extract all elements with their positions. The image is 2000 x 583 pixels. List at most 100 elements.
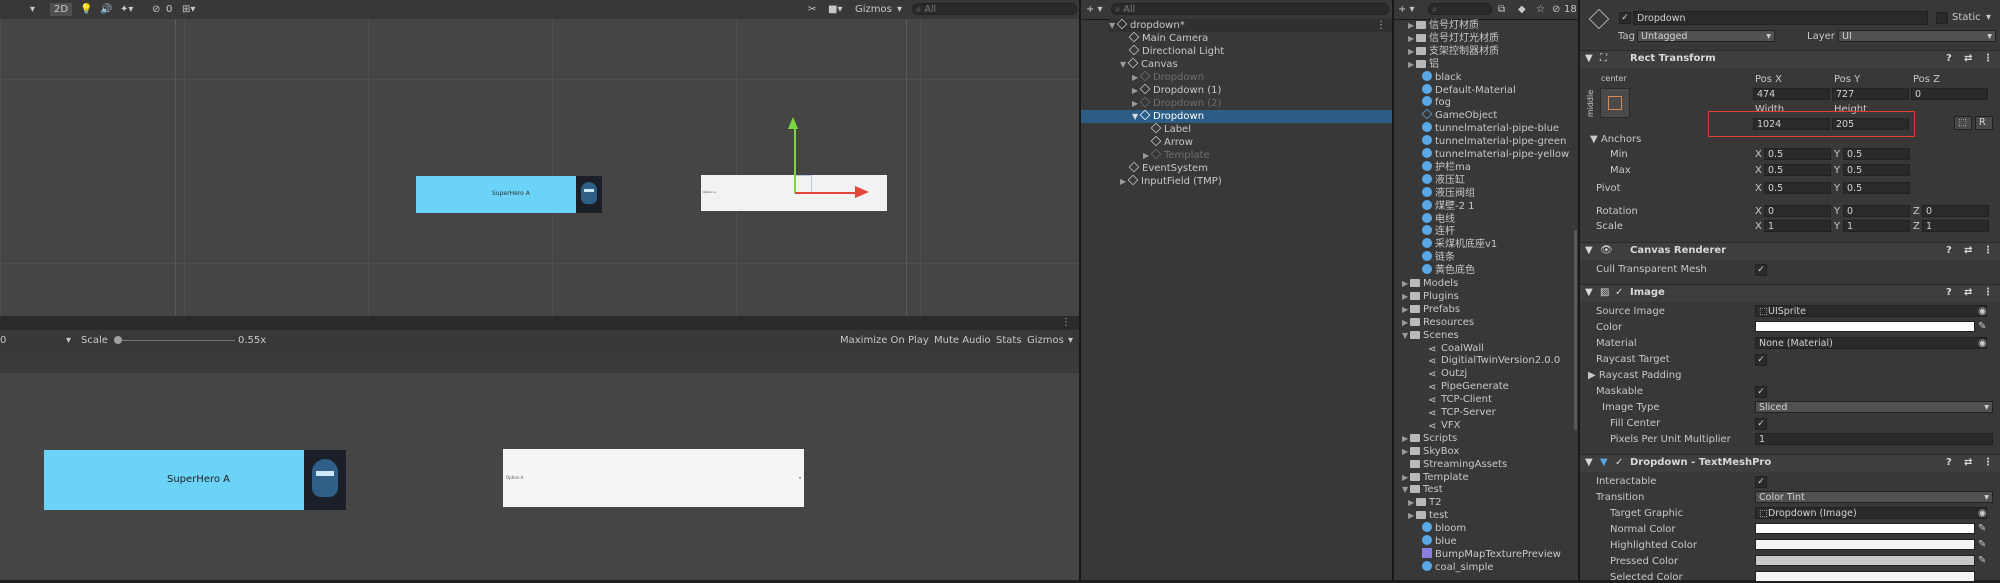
anchor-max-x-field[interactable]: 0.5 [1764, 164, 1831, 176]
game-gizmos-button[interactable]: Gizmos [1027, 334, 1064, 347]
anchor-min-x-field[interactable]: 0.5 [1764, 148, 1831, 160]
interactable-checkbox[interactable]: ✓ [1755, 476, 1767, 488]
active-checkbox[interactable]: ✓ [1619, 12, 1631, 24]
dropdown-enabled-check[interactable]: ✓ [1615, 457, 1623, 468]
project-create-button[interactable]: + ▾ [1398, 3, 1415, 16]
hierarchy-item[interactable]: ▶ Template [1143, 148, 1210, 162]
project-folder-item[interactable]: StreamingAssets [1402, 458, 1507, 471]
pos-y-field[interactable]: 727 [1832, 88, 1909, 100]
ppu-field[interactable]: 1 [1755, 433, 1993, 445]
filter-type-icon[interactable]: ⧉ [1498, 3, 1505, 16]
tag-dropdown[interactable]: Untagged ▾ [1637, 30, 1775, 42]
image-enabled-check[interactable]: ✓ [1615, 287, 1623, 298]
eyedropper-icon[interactable]: ✎ [1978, 321, 1986, 332]
component-menu-icon[interactable]: ⋮ [1983, 457, 1993, 468]
project-scrollbar[interactable] [1574, 230, 1577, 430]
scene-search-input[interactable]: ⌕ All [912, 3, 1077, 15]
move-gizmo-y-arrow[interactable] [788, 117, 798, 129]
scene-superhero-button[interactable]: SuperHero A [416, 176, 602, 213]
project-test-item[interactable]: coal_simple [1414, 560, 1494, 574]
project-asset-item[interactable]: fog [1414, 96, 1451, 109]
hierarchy-item[interactable]: ▶ InputField (TMP) [1120, 174, 1222, 188]
project-asset-item[interactable]: GameObject [1414, 108, 1497, 122]
game-viewport[interactable]: SuperHero A Option A ▾ [0, 373, 1079, 580]
project-asset-item[interactable]: tunnelmaterial-pipe-green [1414, 135, 1566, 148]
highlighted-color-swatch[interactable] [1755, 539, 1975, 550]
project-folder-item[interactable]: ▶ SkyBox [1402, 445, 1459, 458]
project-folder-item[interactable]: ▶ Models [1402, 277, 1458, 290]
eyedropper-icon[interactable]: ✎ [1978, 523, 1986, 534]
project-test-item[interactable]: ▶ test [1408, 509, 1448, 522]
rotation-z-field[interactable]: 0 [1922, 205, 1989, 217]
static-checkbox[interactable] [1936, 12, 1948, 24]
audio-icon[interactable]: 🔊 [100, 3, 112, 16]
pivot-y-field[interactable]: 0.5 [1843, 182, 1910, 194]
object-picker-icon[interactable]: ◉ [1978, 508, 1987, 519]
scale-z-field[interactable]: 1 [1922, 220, 1989, 232]
component-menu-icon[interactable]: ⋮ [1983, 53, 1993, 64]
project-folder-item[interactable]: ▶ Scripts [1402, 432, 1457, 445]
scale-x-field[interactable]: 1 [1764, 220, 1831, 232]
hierarchy-item[interactable]: Main Camera [1128, 31, 1208, 45]
maximize-on-play-button[interactable]: Maximize On Play [840, 334, 929, 347]
component-menu-icon[interactable]: ⋮ [1983, 245, 1993, 256]
project-asset-item[interactable]: Default-Material [1414, 83, 1516, 97]
create-button[interactable]: + ▾ [1086, 3, 1103, 16]
move-gizmo-x-axis[interactable] [795, 192, 857, 194]
project-scene-item[interactable]: ⋖ Outzj [1420, 367, 1467, 380]
project-asset-item[interactable]: 液压缸 [1414, 173, 1465, 187]
project-folder-item[interactable]: ▼ Test [1402, 483, 1443, 496]
project-test-item[interactable]: ▶ T2 [1408, 496, 1441, 509]
filter-label-icon[interactable]: ◆ [1518, 3, 1526, 16]
project-folder-item[interactable]: ▶ Resources [1402, 316, 1474, 329]
material-field[interactable]: None (Material) [1755, 337, 1987, 349]
rotation-y-field[interactable]: 0 [1843, 205, 1910, 217]
grid-icon[interactable]: ⊞▾ [182, 3, 195, 16]
project-asset-item[interactable]: tunnelmaterial-pipe-yellow [1414, 148, 1569, 161]
project-test-item[interactable]: BumpMapTexturePreview [1414, 547, 1561, 561]
pivot-x-field[interactable]: 0.5 [1764, 182, 1831, 194]
display-value[interactable]: 0 [0, 334, 6, 347]
2d-toggle[interactable]: 2D [50, 3, 73, 16]
object-picker-icon[interactable]: ◉ [1978, 306, 1987, 317]
anchor-presets-button[interactable] [1600, 88, 1630, 118]
component-preset-icon[interactable]: ⇄ [1964, 457, 1972, 468]
project-test-item[interactable]: blue [1414, 535, 1457, 548]
move-gizmo-y-axis[interactable] [794, 123, 796, 193]
project-scene-item[interactable]: ⋖ TCP-Client [1420, 393, 1492, 406]
project-search-input[interactable]: ⌕ [1428, 3, 1492, 15]
project-scene-item[interactable]: ⋖ CoalWall [1420, 342, 1484, 355]
component-help-icon[interactable]: ? [1946, 245, 1952, 256]
hierarchy-item[interactable]: ▶ Dropdown (2) [1132, 96, 1221, 110]
selected-color-swatch[interactable] [1755, 571, 1975, 582]
dropdown-tmp-header[interactable]: ▼ ▼ ✓ Dropdown - TextMeshPro ? ⇄ ⋮ [1580, 454, 2000, 472]
anchor-max-y-field[interactable]: 0.5 [1843, 164, 1910, 176]
project-scene-item[interactable]: ⋖ PipeGenerate [1420, 380, 1509, 393]
hierarchy-scene-row[interactable]: ▼ dropdown* ⋮ [1109, 18, 1392, 32]
favorite-icon[interactable]: ☆ [1536, 3, 1545, 16]
anchor-min-y-field[interactable]: 0.5 [1843, 148, 1910, 160]
project-folder-item[interactable]: ▶ Prefabs [1402, 303, 1460, 316]
pos-z-field[interactable]: 0 [1911, 88, 1988, 100]
hierarchy-item[interactable]: ▶ Dropdown [1132, 70, 1204, 84]
hierarchy-item[interactable]: EventSystem [1128, 161, 1208, 175]
stats-button[interactable]: Stats [996, 334, 1022, 347]
color-swatch[interactable] [1755, 321, 1975, 332]
rotation-x-field[interactable]: 0 [1764, 205, 1831, 217]
component-help-icon[interactable]: ? [1946, 287, 1952, 298]
project-asset-item[interactable]: ▶ 铝 [1408, 58, 1439, 71]
project-scene-item[interactable]: ⋖ DigitialTwinVersion2.0.0 [1420, 354, 1560, 367]
hierarchy-item[interactable]: ▼ Canvas [1120, 57, 1178, 71]
fill-center-checkbox[interactable]: ✓ [1755, 418, 1767, 430]
project-folder-item[interactable]: ▼ Scenes [1402, 329, 1459, 342]
source-image-field[interactable]: ⬚UISprite [1755, 305, 1987, 317]
hierarchy-search-input[interactable]: ⌕ All [1111, 3, 1389, 15]
game-dropdown[interactable]: Option A ▾ [503, 449, 804, 507]
hidden-objects-icon[interactable]: ⊘ [152, 3, 160, 16]
object-name-field[interactable]: Dropdown [1633, 11, 1928, 25]
project-asset-item[interactable]: 电线 [1414, 212, 1455, 226]
game-gizmos-arrow[interactable]: ▾ [1068, 334, 1073, 347]
raycast-padding-foldout[interactable]: ▶ Raycast Padding [1588, 370, 1681, 381]
image-type-dropdown[interactable]: Sliced ▾ [1755, 401, 1993, 413]
hierarchy-item-selected[interactable]: ▼ Dropdown [1081, 109, 1392, 123]
